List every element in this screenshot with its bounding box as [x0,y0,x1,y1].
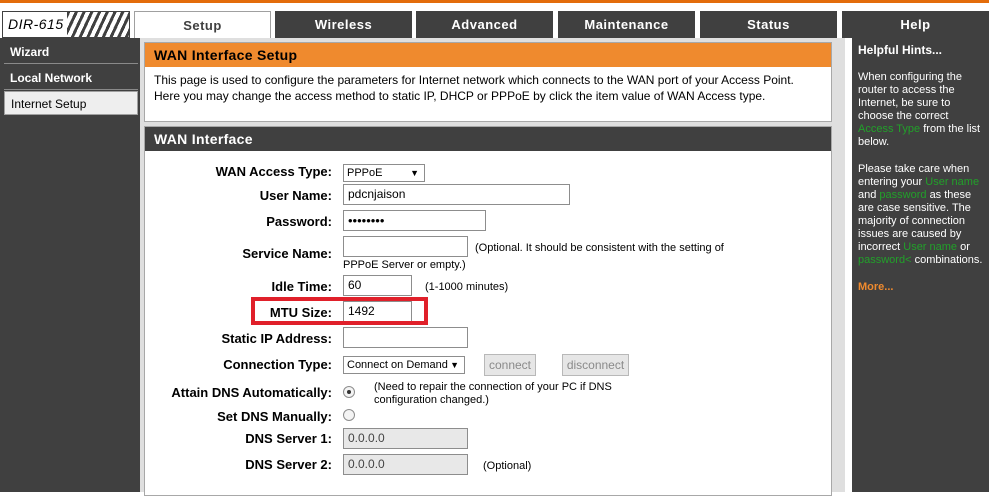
logo-stripes [67,12,129,37]
service-name-label: Service Name: [242,246,332,261]
more-link[interactable]: More... [858,281,983,294]
dropdown-arrow-icon: ▼ [450,360,459,370]
tab-advanced[interactable]: Advanced [416,11,553,38]
hints-highlight-user-name: User name [925,176,980,188]
tab-maintenance[interactable]: Maintenance [558,11,695,38]
hints-text: and [858,189,877,201]
intro-panel: WAN Interface Setup This page is used to… [144,42,832,122]
hints-highlight-user-name: User name [903,241,958,253]
sidebar-item-wizard[interactable]: Wizard [4,40,138,64]
dns-server-1-input[interactable]: 0.0.0.0 [343,428,468,449]
attain-dns-radio[interactable] [343,386,355,398]
set-dns-manually-radio[interactable] [343,409,355,421]
hints-highlight-access-type: Access Type [858,123,921,135]
connection-type-value: Connect on Demand [347,359,448,371]
dropdown-arrow-icon: ▼ [410,168,419,178]
attain-dns-note-2: configuration changed.) [374,394,489,406]
dns-server-1-label: DNS Server 1: [245,431,332,446]
idle-time-input[interactable]: 60 [343,275,412,296]
service-name-input[interactable] [343,236,468,257]
user-name-input[interactable]: pdcnjaison [343,184,570,205]
top-accent-strip [0,0,989,3]
static-ip-label: Static IP Address: [221,331,332,346]
hints-paragraph-2: Please take care when entering your User… [858,163,983,267]
attain-dns-label: Attain DNS Automatically: [171,385,332,400]
hints-text: or [960,241,970,253]
tab-setup[interactable]: Setup [134,11,271,40]
sidebar-item-internet-setup[interactable]: Internet Setup [4,91,138,115]
hints-title: Helpful Hints... [858,43,942,57]
connection-type-select[interactable]: Connect on Demand ▼ [343,356,465,374]
intro-text-line2: Here you may change the access method to… [154,89,766,103]
mtu-highlight-box [251,297,428,325]
idle-time-label: Idle Time: [271,279,332,294]
dns-server-2-input[interactable]: 0.0.0.0 [343,454,468,475]
hints-highlight-password: password< [858,254,912,266]
hints-text: combinations. [914,254,983,266]
brand-logo: DIR-615 [2,11,130,38]
hints-text: When configuring the router to access th… [858,71,962,122]
wan-access-type-select[interactable]: PPPoE ▼ [343,164,425,182]
helpful-hints-panel: Helpful Hints... When configuring the ro… [852,38,989,492]
tab-status[interactable]: Status [700,11,837,38]
service-name-note-2: PPPoE Server or empty.) [343,259,466,271]
user-name-label: User Name: [259,188,332,203]
service-name-note-1: (Optional. It should be consistent with … [475,242,724,254]
disconnect-button[interactable]: disconnect [562,354,629,376]
wan-access-type-label: WAN Access Type: [215,164,332,179]
wan-interface-title: WAN Interface [145,127,831,151]
sidebar-item-local-network[interactable]: Local Network [4,66,138,90]
set-dns-manually-label: Set DNS Manually: [217,409,332,424]
password-input[interactable]: •••••••• [343,210,486,231]
connection-type-label: Connection Type: [223,357,332,372]
attain-dns-note-1: (Need to repair the connection of your P… [374,381,612,393]
intro-text-line1: This page is used to configure the param… [154,73,794,87]
hints-highlight-password: password [879,189,927,201]
idle-time-note: (1-1000 minutes) [425,281,509,293]
intro-title: WAN Interface Setup [145,43,831,67]
wan-access-type-value: PPPoE [347,167,383,179]
dns-server-2-label: DNS Server 2: [245,457,332,472]
dns-server-2-note: (Optional) [483,460,532,472]
static-ip-input[interactable] [343,327,468,348]
tab-wireless[interactable]: Wireless [275,11,412,38]
connect-button[interactable]: connect [484,354,536,376]
hints-paragraph-1: When configuring the router to access th… [858,71,983,149]
sidebar: Wizard Local Network Internet Setup [0,38,140,492]
intro-text: This page is used to configure the param… [145,67,831,109]
tab-help[interactable]: Help [842,11,989,38]
password-label: Password: [266,214,332,229]
model-name: DIR-615 [8,16,64,32]
